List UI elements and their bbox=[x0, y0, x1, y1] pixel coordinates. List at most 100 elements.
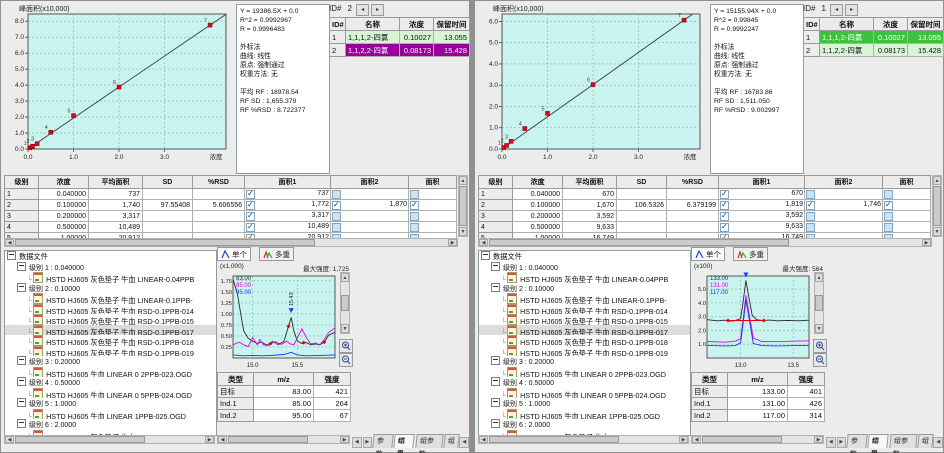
mz-intensity-table[interactable]: 类型m/z强度目标133.00401Ind.1131.00426Ind.2117… bbox=[691, 372, 825, 422]
single-view-button[interactable]: 单个 bbox=[691, 247, 725, 261]
compound-row[interactable]: 11,1,1,2-四氯0.1002713.055 bbox=[330, 31, 470, 44]
area-checkbox[interactable] bbox=[332, 212, 341, 221]
id-next-button[interactable]: ▸ bbox=[371, 4, 384, 16]
zoom-out-button[interactable] bbox=[339, 353, 353, 367]
area-checkbox[interactable] bbox=[246, 190, 255, 199]
tree-data-file[interactable]: └HSTD HJ605 灰色垫子 牛血 RSD-0.1PPB-015 bbox=[479, 314, 690, 325]
multi-view-button[interactable]: 多重 bbox=[259, 247, 294, 261]
scrollbar-thumb[interactable] bbox=[815, 295, 823, 311]
area-checkbox[interactable] bbox=[720, 223, 729, 232]
tab-item[interactable]: 参数 bbox=[372, 434, 394, 448]
tree-data-file[interactable]: └HSTD HJ605 牛血 LINEAR 1PPB-025.QGD bbox=[5, 409, 216, 420]
mz-table-hscrollbar[interactable]: ◀ ▶ bbox=[217, 435, 350, 444]
zoom-in-button[interactable] bbox=[813, 339, 827, 353]
tab-scroll-right-icon[interactable]: ▶ bbox=[363, 437, 373, 448]
multi-view-button[interactable]: 多重 bbox=[733, 247, 768, 261]
area-checkbox[interactable] bbox=[884, 223, 893, 232]
tab-item[interactable]: 组参数 bbox=[415, 434, 443, 448]
mz-row[interactable]: Ind.1131.00426 bbox=[692, 398, 825, 410]
mz-table-hscrollbar[interactable]: ◀ ▶ bbox=[691, 435, 824, 444]
tree-data-file[interactable]: └HSTD HJ605 灰色垫子 牛血 RSD-0.1PPB-019 bbox=[5, 346, 216, 357]
scroll-left-icon[interactable]: ◀ bbox=[218, 436, 227, 443]
tree-level[interactable]: 级别 4 : 0.50000 bbox=[5, 377, 216, 388]
area-checkbox[interactable] bbox=[720, 190, 729, 199]
scroll-right-icon[interactable]: ▶ bbox=[448, 239, 457, 246]
tree-data-file[interactable]: └HSTD HJ605 灰色垫子 牛血 LINEAR-0.04PPB bbox=[479, 272, 690, 283]
tree-hscrollbar[interactable]: ◀ ▶ bbox=[478, 435, 689, 444]
chromatogram-vscrollbar[interactable]: ▲ ▼ bbox=[340, 272, 350, 334]
scrollbar-thumb[interactable] bbox=[933, 186, 941, 226]
tree-level[interactable]: 级别 4 : 0.50000 bbox=[479, 377, 690, 388]
area-checkbox[interactable] bbox=[720, 212, 729, 221]
scroll-up-icon[interactable]: ▲ bbox=[341, 273, 349, 282]
tab-overflow-icon[interactable]: ◀ bbox=[933, 437, 943, 448]
scroll-left-icon[interactable]: ◀ bbox=[5, 436, 14, 443]
scroll-right-icon[interactable]: ▶ bbox=[205, 436, 214, 443]
zoom-out-button[interactable] bbox=[813, 353, 827, 367]
data-file-tree[interactable]: 数据文件级别 1 : 0.040000└HSTD HJ605 灰色垫子 牛血 L… bbox=[4, 250, 217, 436]
tree-hscrollbar[interactable]: ◀ ▶ bbox=[4, 435, 215, 444]
mz-row[interactable]: Ind.185.00264 bbox=[218, 398, 351, 410]
tab-scroll-left-icon[interactable]: ◀ bbox=[826, 437, 836, 448]
area-checkbox[interactable] bbox=[720, 201, 729, 210]
tree-data-file[interactable]: └HSTD HJ605 牛血 LINEAR 0 2PPB-023.QGD bbox=[5, 367, 216, 378]
scroll-right-icon[interactable]: ▶ bbox=[679, 436, 688, 443]
area-checkbox[interactable] bbox=[410, 223, 419, 232]
level-area-table[interactable]: 级别浓度平均面积SD%RSD面积1面积2面积10.04000073773720.… bbox=[4, 175, 457, 244]
compound-table[interactable]: ID#名称浓度保留时间11,1,1,2-四氯0.1002713.05521,1,… bbox=[329, 17, 470, 57]
area-checkbox[interactable] bbox=[410, 201, 419, 210]
tree-data-file[interactable]: └HSTD HJ605 牛血 LINEAR 0 5PPB-024.QGD bbox=[5, 388, 216, 399]
id-prev-button[interactable]: ◂ bbox=[830, 4, 843, 16]
scrollbar-thumb[interactable] bbox=[15, 436, 145, 443]
level-table-hscrollbar[interactable]: ◀ ▶ bbox=[478, 238, 932, 247]
level-area-table[interactable]: 级别浓度平均面积SD%RSD面积1面积2面积10.04000067067020.… bbox=[478, 175, 931, 244]
data-file-tree[interactable]: 数据文件级别 1 : 0.040000└HSTD HJ605 灰色垫子 牛血 L… bbox=[478, 250, 691, 436]
compound-row[interactable]: 11,1,1,2-四氯0.1002713.055 bbox=[804, 31, 944, 44]
tree-level[interactable]: 级别 6 : 2.0000 bbox=[479, 419, 690, 430]
scroll-up-icon[interactable]: ▲ bbox=[933, 176, 941, 185]
tree-level[interactable]: 级别 1 : 0.040000 bbox=[5, 262, 216, 273]
tab-item[interactable]: 组参数 bbox=[889, 434, 917, 448]
mz-intensity-table[interactable]: 类型m/z强度目标83.00421Ind.185.00264Ind.295.00… bbox=[217, 372, 351, 422]
tree-data-file[interactable]: └HSTD HJ605 灰色垫子 牛血 LINEAR-0.04PPB bbox=[5, 272, 216, 283]
tree-data-file[interactable]: └HSTD HJ605 灰色垫子 牛血 LINEAR-0.1PPB- bbox=[5, 293, 216, 304]
tree-data-file[interactable]: └HSTD HJ605 灰色垫子 牛血 RSD-0.1PPB-017 bbox=[5, 325, 216, 336]
area-checkbox[interactable] bbox=[884, 212, 893, 221]
scrollbar-thumb[interactable] bbox=[489, 239, 789, 246]
level-table-hscrollbar[interactable]: ◀ ▶ bbox=[4, 238, 458, 247]
level-row[interactable]: 30.2000003,5923,592 bbox=[479, 211, 931, 222]
mz-row[interactable]: 目标83.00421 bbox=[218, 386, 351, 398]
mz-row[interactable]: 目标133.00401 bbox=[692, 386, 825, 398]
area-checkbox[interactable] bbox=[332, 190, 341, 199]
tab-scroll-right-icon[interactable]: ▶ bbox=[837, 437, 847, 448]
level-row[interactable]: 20.1000001,74097.554085.6065561,7721,870 bbox=[5, 200, 457, 211]
area-checkbox[interactable] bbox=[246, 212, 255, 221]
mz-row[interactable]: Ind.295.0067 bbox=[218, 410, 351, 422]
scrollbar-thumb[interactable] bbox=[341, 295, 349, 311]
level-table-vscrollbar[interactable]: ▲ ▼ bbox=[458, 175, 468, 237]
level-row[interactable]: 40.5000009,6339,633 bbox=[479, 222, 931, 233]
area-checkbox[interactable] bbox=[410, 190, 419, 199]
tab-item[interactable]: 参数 bbox=[846, 434, 868, 448]
level-row[interactable]: 20.1000001,670106.53266.3791991,8191,746 bbox=[479, 200, 931, 211]
mz-row[interactable]: Ind.2117.00314 bbox=[692, 410, 825, 422]
scroll-left-icon[interactable]: ◀ bbox=[479, 239, 488, 246]
scroll-right-icon[interactable]: ▶ bbox=[814, 436, 823, 443]
calibration-curve-plot[interactable]: 0.01.02.03.04.05.06.00.01.02.03.0浓度12345… bbox=[478, 3, 708, 171]
id-next-button[interactable]: ▸ bbox=[845, 4, 858, 16]
compound-row[interactable]: 21,1,2,2-四氯0.0817315.428 bbox=[330, 44, 470, 57]
tree-data-file[interactable]: └HSTD HJ605 灰色垫子 牛血 RSD-0.1PPB-018 bbox=[5, 335, 216, 346]
id-prev-button[interactable]: ◂ bbox=[356, 4, 369, 16]
scrollbar-thumb[interactable] bbox=[702, 436, 782, 443]
single-view-button[interactable]: 单个 bbox=[217, 247, 251, 261]
tab-item[interactable]: 组 bbox=[917, 434, 933, 448]
scroll-left-icon[interactable]: ◀ bbox=[5, 239, 14, 246]
area-checkbox[interactable] bbox=[332, 201, 341, 210]
tree-data-file[interactable]: └HSTD HJ605 牛血 LINEAR 1PPB-025.QGD bbox=[479, 409, 690, 420]
area-checkbox[interactable] bbox=[884, 201, 893, 210]
tree-level[interactable]: 级别 2 : 0.10000 bbox=[479, 283, 690, 294]
area-checkbox[interactable] bbox=[806, 223, 815, 232]
area-checkbox[interactable] bbox=[806, 190, 815, 199]
tree-level[interactable]: 级别 3 : 0.20000 bbox=[479, 356, 690, 367]
tab-item[interactable]: 组 bbox=[443, 434, 459, 448]
